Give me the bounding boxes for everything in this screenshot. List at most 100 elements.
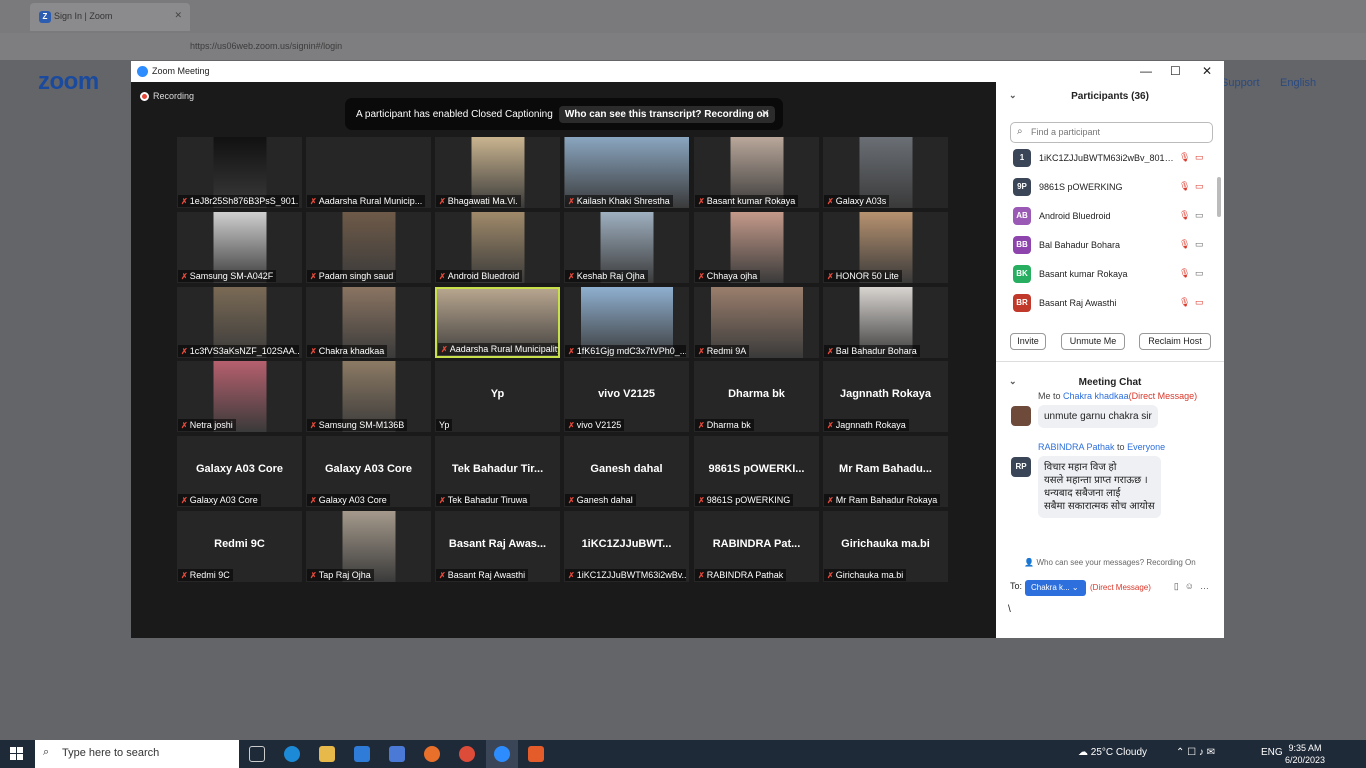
app-icon[interactable] — [528, 746, 544, 762]
participant-tile[interactable]: Girichauka ma.bi ✗ Girichauka ma.bi — [823, 511, 948, 582]
participant-tile[interactable]: Redmi 9C ✗ Redmi 9C — [177, 511, 302, 582]
video-camera-icon[interactable]: ▭ — [1195, 239, 1204, 250]
participant-tile[interactable]: Galaxy A03 Core ✗ Galaxy A03 Core — [306, 436, 431, 507]
video-off-icon[interactable]: ▭ — [1195, 152, 1204, 163]
close-tab-icon[interactable]: ✕ — [174, 10, 182, 21]
participant-tile[interactable]: Ganesh dahal ✗ Ganesh dahal — [564, 436, 689, 507]
participant-tile[interactable]: ✗ Tap Raj Ojha — [306, 511, 431, 582]
language-indicator[interactable]: ENG — [1261, 747, 1283, 758]
participant-search-input[interactable]: ⌕ Find a participant — [1010, 122, 1213, 143]
participant-tile[interactable]: ✗ Padam singh saud — [306, 212, 431, 283]
participant-tile[interactable]: Tek Bahadur Tir... ✗ Tek Bahadur Tiruwa — [435, 436, 560, 507]
invite-button[interactable]: Invite — [1010, 333, 1046, 350]
participant-tile[interactable]: ✗ Redmi 9A — [694, 287, 819, 358]
reclaim-host-button[interactable]: Reclaim Host — [1139, 333, 1211, 350]
participant-row[interactable]: 9P 9861S pOWERKING 🎙 ▭ — [996, 174, 1224, 203]
maximize-icon[interactable]: ☐ — [1170, 64, 1181, 78]
participant-tile[interactable]: ✗ Chhaya ojha — [694, 212, 819, 283]
chat-input[interactable]: \ — [1008, 604, 1011, 615]
participant-tile[interactable]: RABINDRA Pat... ✗ RABINDRA Pathak — [694, 511, 819, 582]
participant-tile[interactable]: ✗ Bal Bahadur Bohara — [823, 287, 948, 358]
minimize-icon[interactable]: — — [1140, 64, 1152, 78]
participant-scrollbar[interactable] — [1217, 177, 1221, 217]
participant-tile[interactable]: ✗ Netra joshi — [177, 361, 302, 432]
participant-row[interactable]: 1 1iKC1ZJJuBWTM63i2wBv_801Sw... 🎙 ▭ — [996, 145, 1224, 174]
muted-mic-icon[interactable]: 🎙 — [1179, 268, 1190, 279]
participant-tile[interactable]: ✗ Android Bluedroid — [435, 212, 560, 283]
participant-tile[interactable]: ✗ Samsung SM-M136B — [306, 361, 431, 432]
participant-tile[interactable]: Basant Raj Awas... ✗ Basant Raj Awasthi — [435, 511, 560, 582]
chevron-down-icon[interactable]: ⌄ — [1009, 376, 1017, 387]
participant-tile[interactable]: ✗ 1fK61Gjg mdC3x7tVPh0_... — [564, 287, 689, 358]
weather-widget[interactable]: ☁ 25°C Cloudy — [1078, 747, 1147, 758]
participant-row[interactable]: BR Basant Raj Awasthi 🎙 ▭ — [996, 290, 1224, 319]
participant-tile[interactable]: ✗ Samsung SM-A042F — [177, 212, 302, 283]
close-icon[interactable]: ✕ — [1202, 64, 1212, 78]
chevron-down-icon[interactable]: ⌄ — [1009, 90, 1017, 101]
participant-tile[interactable]: ✗ Chakra khadkaa — [306, 287, 431, 358]
windows-start-icon[interactable] — [10, 747, 23, 760]
video-camera-icon[interactable]: ▭ — [1195, 210, 1204, 221]
video-off-icon[interactable]: ▭ — [1195, 297, 1204, 308]
taskbar-search-input[interactable]: ⌕ Type here to search — [35, 740, 239, 768]
more-icon[interactable]: … — [1200, 581, 1215, 591]
participant-label: ✗ 1c3fVS3aKsNZF_102SAA... — [178, 345, 299, 357]
recording-indicator[interactable]: Recording — [140, 91, 194, 101]
file-icon[interactable]: ▯ — [1174, 581, 1185, 591]
chat-visibility-hint[interactable]: 👤 Who can see your messages? Recording O… — [996, 558, 1224, 567]
address-bar[interactable]: https://us06web.zoom.us/signin#/login — [165, 37, 1177, 57]
firefox-icon[interactable] — [424, 746, 440, 762]
participant-tile[interactable]: 9861S pOWERKI... ✗ 9861S pOWERKING — [694, 436, 819, 507]
store-icon[interactable] — [389, 746, 405, 762]
participant-tile[interactable]: ✗ 1c3fVS3aKsNZF_102SAA... — [177, 287, 302, 358]
participant-tile[interactable]: ✗ Kailash Khaki Shrestha — [564, 137, 689, 208]
transcript-visibility-button[interactable]: Who can see this transcript? Recording o… — [558, 105, 775, 123]
task-view-icon[interactable] — [249, 746, 265, 762]
muted-mic-icon[interactable]: 🎙 — [1179, 152, 1190, 163]
participant-tile[interactable]: ✗ Keshab Raj Ojha — [564, 212, 689, 283]
participant-tile[interactable]: 1iKC1ZJJuBWT... ✗ 1iKC1ZJJuBWTM63i2wBv... — [564, 511, 689, 582]
chat-bubble[interactable]: unmute garnu chakra sir — [1038, 405, 1158, 428]
muted-mic-icon[interactable]: 🎙 — [1179, 181, 1190, 192]
participant-row[interactable]: BK Basant kumar Rokaya 🎙 ▭ — [996, 261, 1224, 290]
close-banner-icon[interactable]: ✕ — [761, 107, 770, 120]
mail-icon[interactable] — [354, 746, 370, 762]
participant-row[interactable]: AB Android Bluedroid 🎙 ▭ — [996, 203, 1224, 232]
participant-tile[interactable]: Galaxy A03 Core ✗ Galaxy A03 Core — [177, 436, 302, 507]
browser-tab[interactable]: Z Sign In | Zoom ✕ — [30, 3, 190, 31]
chat-recipient-link[interactable]: Chakra khadkaa — [1063, 391, 1129, 401]
participant-tile[interactable]: vivo V2125 ✗ vivo V2125 — [564, 361, 689, 432]
participant-tile[interactable]: ✗ Galaxy A03s — [823, 137, 948, 208]
participant-tile[interactable]: ✗ HONOR 50 Lite — [823, 212, 948, 283]
chrome-icon[interactable] — [459, 746, 475, 762]
support-link[interactable]: Support — [1221, 77, 1260, 89]
muted-mic-icon[interactable]: 🎙 — [1179, 297, 1190, 308]
file-explorer-icon[interactable] — [319, 746, 335, 762]
participant-tile[interactable]: Dharma bk ✗ Dharma bk — [694, 361, 819, 432]
participant-tile[interactable]: ✗ Aadarsha Rural Municipality — [435, 287, 560, 358]
participant-tile[interactable]: ✗ Aadarsha Rural Municip... — [306, 137, 431, 208]
chat-sender-link[interactable]: RABINDRA Pathak — [1038, 442, 1115, 452]
edge-icon[interactable] — [284, 746, 300, 762]
chat-bubble[interactable]: विचार महान विज हो यसले महान्ता प्राप्त ग… — [1038, 456, 1161, 518]
participant-name: Netra joshi — [189, 420, 233, 430]
participant-tile[interactable]: ✗ 1eJ8r25Sh876B3PsS_901... — [177, 137, 302, 208]
video-off-icon[interactable]: ▭ — [1195, 181, 1204, 192]
system-tray-icons[interactable]: ⌃ ☐ ♪ ✉ — [1176, 747, 1215, 758]
participant-tile[interactable]: Yp Yp — [435, 361, 560, 432]
video-camera-icon[interactable]: ▭ — [1195, 268, 1204, 279]
muted-mic-icon[interactable]: 🎙 — [1179, 210, 1190, 221]
participant-row[interactable]: BB Bal Bahadur Bohara 🎙 ▭ — [996, 232, 1224, 261]
muted-mic-icon[interactable]: 🎙 — [1179, 239, 1190, 250]
chat-recipient-link[interactable]: Everyone — [1127, 442, 1165, 452]
participant-tile[interactable]: Jagnnath Rokaya ✗ Jagnnath Rokaya — [823, 361, 948, 432]
unmute-me-button[interactable]: Unmute Me — [1061, 333, 1125, 350]
language-link[interactable]: English — [1280, 77, 1316, 89]
participant-tile[interactable]: Mr Ram Bahadu... ✗ Mr Ram Bahadur Rokaya — [823, 436, 948, 507]
participant-tile[interactable]: ✗ Bhagawati Ma.Vi. — [435, 137, 560, 208]
emoji-icon[interactable]: ☺ — [1185, 581, 1200, 591]
clock[interactable]: 9:35 AM 6/20/2023 — [1285, 742, 1325, 766]
zoom-icon[interactable] — [494, 746, 510, 762]
recipient-dropdown[interactable]: Chakra k... ⌄ — [1025, 580, 1086, 596]
participant-tile[interactable]: ✗ Basant kumar Rokaya — [694, 137, 819, 208]
